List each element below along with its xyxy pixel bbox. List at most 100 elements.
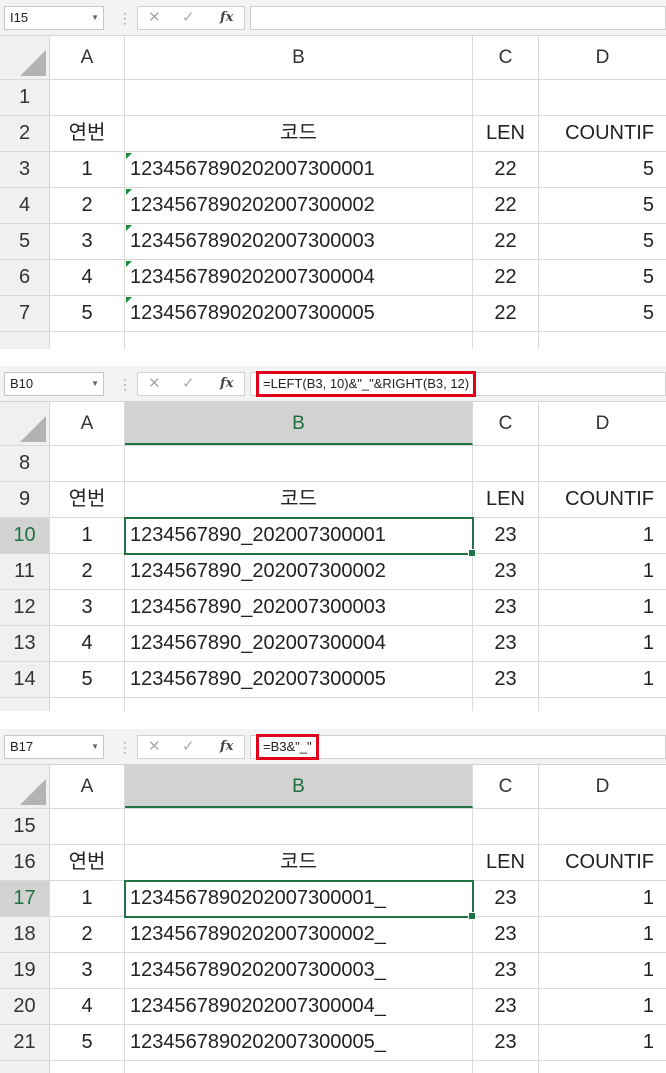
cell[interactable]: 22 — [473, 260, 539, 295]
cell[interactable]: 22 — [473, 152, 539, 187]
cell[interactable]: 1 — [539, 590, 666, 625]
name-box[interactable]: B17 ▼ — [4, 735, 104, 759]
cell[interactable]: 5 — [539, 224, 666, 259]
fx-icon[interactable]: fx — [220, 7, 233, 29]
row-header[interactable]: 4 — [0, 188, 50, 223]
column-header-a[interactable]: A — [50, 765, 125, 808]
cell[interactable] — [473, 809, 539, 844]
cell[interactable]: 1234567890202007300004_ — [125, 989, 473, 1024]
column-header-c[interactable]: C — [473, 36, 539, 79]
cell[interactable]: COUNTIF — [539, 116, 666, 151]
cell[interactable] — [539, 809, 666, 844]
cell[interactable]: 5 — [539, 260, 666, 295]
cancel-icon[interactable]: ✕ — [148, 7, 161, 29]
cell[interactable] — [473, 446, 539, 481]
column-header-a[interactable]: A — [50, 402, 125, 445]
cell[interactable]: 1 — [539, 554, 666, 589]
formula-input[interactable]: =B3&"_" — [250, 734, 666, 760]
row-header[interactable]: 17 — [0, 881, 50, 916]
cell[interactable]: 4 — [50, 260, 125, 295]
cell[interactable]: 23 — [473, 953, 539, 988]
cell[interactable]: 5 — [539, 296, 666, 331]
row-header[interactable]: 16 — [0, 845, 50, 880]
cell[interactable]: 23 — [473, 662, 539, 697]
cell[interactable]: 2 — [50, 188, 125, 223]
cell[interactable]: 23 — [473, 554, 539, 589]
cell[interactable] — [539, 446, 666, 481]
chevron-down-icon[interactable]: ▼ — [91, 736, 99, 758]
cell[interactable]: 4 — [50, 989, 125, 1024]
name-box[interactable]: B10 ▼ — [4, 372, 104, 396]
row-header[interactable]: 20 — [0, 989, 50, 1024]
fx-icon[interactable]: fx — [220, 736, 233, 758]
cell[interactable]: 1 — [539, 1025, 666, 1060]
cell[interactable]: 코드 — [125, 116, 473, 151]
cell[interactable]: 1 — [539, 662, 666, 697]
cell[interactable]: 22 — [473, 224, 539, 259]
cell[interactable]: 23 — [473, 1025, 539, 1060]
cell[interactable]: 1234567890202007300005 — [125, 296, 473, 331]
row-header[interactable]: 21 — [0, 1025, 50, 1060]
select-all-corner[interactable] — [0, 402, 50, 445]
cell[interactable]: 1 — [50, 881, 125, 916]
cell[interactable]: 연번 — [50, 845, 125, 880]
cell[interactable]: COUNTIF — [539, 482, 666, 517]
chevron-down-icon[interactable]: ▼ — [91, 7, 99, 29]
row-header[interactable]: 14 — [0, 662, 50, 697]
cell[interactable] — [473, 80, 539, 115]
cell[interactable]: 1234567890202007300005_ — [125, 1025, 473, 1060]
formula-input[interactable] — [250, 6, 666, 30]
cell[interactable]: 22 — [473, 296, 539, 331]
row-header[interactable]: 8 — [0, 446, 50, 481]
column-header-d[interactable]: D — [539, 402, 666, 445]
cell[interactable]: 1234567890_202007300003 — [125, 590, 473, 625]
cell[interactable] — [50, 809, 125, 844]
column-header-c[interactable]: C — [473, 765, 539, 808]
cell[interactable] — [125, 809, 473, 844]
cancel-icon[interactable]: ✕ — [148, 373, 161, 395]
cell[interactable]: 1234567890_202007300002 — [125, 554, 473, 589]
cell[interactable]: 1234567890202007300001 — [125, 152, 473, 187]
row-header[interactable]: 15 — [0, 809, 50, 844]
row-header[interactable]: 6 — [0, 260, 50, 295]
column-header-b[interactable]: B — [125, 36, 473, 79]
chevron-down-icon[interactable]: ▼ — [91, 373, 99, 395]
column-header-b[interactable]: B — [125, 765, 473, 808]
cell[interactable]: 5 — [50, 1025, 125, 1060]
cell[interactable]: 1 — [539, 953, 666, 988]
cell[interactable]: 1 — [539, 917, 666, 952]
row-header[interactable]: 19 — [0, 953, 50, 988]
checkmark-icon[interactable]: ✓ — [182, 373, 195, 395]
cell[interactable]: 1234567890202007300003_ — [125, 953, 473, 988]
cell[interactable]: 3 — [50, 953, 125, 988]
cell[interactable]: 1234567890_202007300005 — [125, 662, 473, 697]
cell[interactable]: 1234567890202007300003 — [125, 224, 473, 259]
cell[interactable]: 1 — [539, 626, 666, 661]
cell[interactable]: 연번 — [50, 482, 125, 517]
cell[interactable]: 3 — [50, 224, 125, 259]
cell[interactable]: 23 — [473, 590, 539, 625]
cell[interactable] — [539, 80, 666, 115]
row-header[interactable]: 3 — [0, 152, 50, 187]
cell[interactable]: 4 — [50, 626, 125, 661]
cell[interactable]: 22 — [473, 188, 539, 223]
cell[interactable]: 23 — [473, 626, 539, 661]
checkmark-icon[interactable]: ✓ — [182, 7, 195, 29]
cancel-icon[interactable]: ✕ — [148, 736, 161, 758]
row-header[interactable]: 5 — [0, 224, 50, 259]
cell[interactable]: 5 — [50, 296, 125, 331]
cell[interactable]: 2 — [50, 917, 125, 952]
cell[interactable]: 1234567890202007300004 — [125, 260, 473, 295]
cell[interactable]: 1 — [539, 518, 666, 553]
row-header[interactable]: 9 — [0, 482, 50, 517]
row-header[interactable]: 13 — [0, 626, 50, 661]
cell[interactable] — [125, 80, 473, 115]
cell[interactable]: 23 — [473, 989, 539, 1024]
fx-icon[interactable]: fx — [220, 373, 233, 395]
select-all-corner[interactable] — [0, 765, 50, 808]
row-header[interactable]: 18 — [0, 917, 50, 952]
cell[interactable]: 2 — [50, 554, 125, 589]
cell[interactable]: 23 — [473, 917, 539, 952]
cell[interactable]: 3 — [50, 590, 125, 625]
cell[interactable]: 1 — [50, 518, 125, 553]
